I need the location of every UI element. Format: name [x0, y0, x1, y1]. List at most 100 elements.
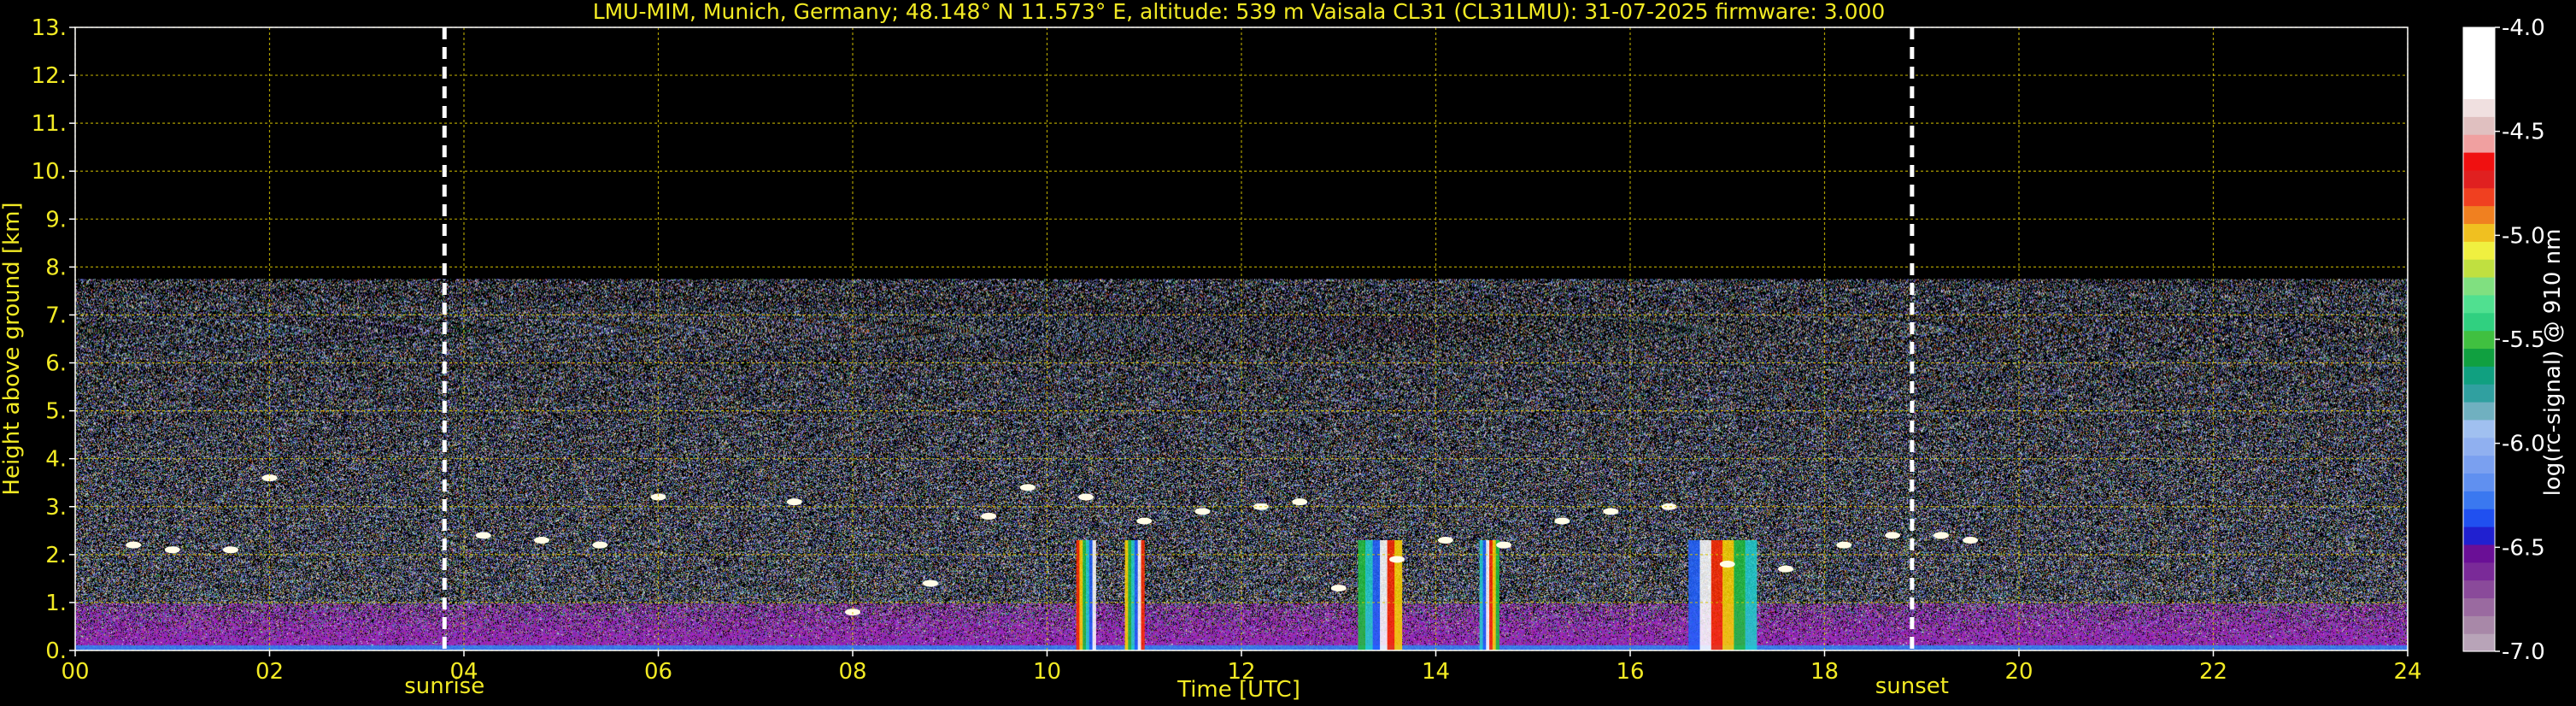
cloud-point — [1194, 508, 1211, 515]
precip-column-band — [1486, 540, 1490, 650]
colorbar-segment — [2463, 312, 2495, 332]
cloud-point — [223, 546, 238, 554]
x-tick-label: 20 — [2004, 659, 2033, 685]
colorbar-segment — [2463, 366, 2495, 385]
cloud-point — [981, 512, 997, 520]
marker-label-sunset: sunset — [1875, 674, 1949, 699]
y-tick-label: 2. — [45, 543, 67, 568]
colorbar-segment — [2463, 633, 2495, 652]
cloud-point — [786, 498, 802, 506]
cloud-point — [1933, 532, 1949, 539]
precip-column-band — [1076, 540, 1080, 650]
colorbar-tick-label: -6.0 — [2502, 432, 2545, 457]
colorbar-segment — [2463, 187, 2495, 207]
cloud-point — [923, 580, 938, 587]
colorbar-tick-label: -6.5 — [2502, 535, 2545, 561]
colorbar-segment — [2463, 455, 2495, 474]
colorbar-segment — [2463, 116, 2495, 135]
colorbar-segment — [2463, 44, 2495, 64]
colorbar-segment — [2463, 98, 2495, 117]
precip-column-band — [1131, 540, 1135, 650]
cloud-point — [1836, 541, 1852, 549]
x-tick-label: 18 — [1810, 659, 1839, 685]
x-tick-label: 04 — [449, 659, 478, 685]
colorbar-tick-label: -4.5 — [2502, 120, 2545, 145]
colorbar-tick-label: -5.0 — [2502, 223, 2545, 249]
cloud-point — [1136, 517, 1153, 525]
figure-canvas: sunrise sunset 00 02 04 06 08 10 12 14 16 18 20 22 24… — [0, 0, 2576, 706]
precip-column-band — [1688, 540, 1701, 650]
precip-column-band — [1479, 540, 1483, 650]
precip-column-band — [1134, 540, 1139, 650]
colorbar-label: log(rc-signal) @ 910 nm — [2540, 229, 2566, 497]
colorbar-segment — [2463, 437, 2495, 456]
cloud-point — [1963, 537, 1979, 544]
precip-column-band — [1380, 540, 1388, 650]
colorbar-segment — [2463, 562, 2495, 581]
cloud-point — [1719, 561, 1735, 568]
y-tick-label: 13. — [32, 15, 67, 41]
precip-column-band — [1128, 540, 1132, 650]
colorbar-segment — [2463, 152, 2495, 171]
x-tick-label: 02 — [255, 659, 284, 685]
colorbar-segment — [2463, 241, 2495, 260]
colorbar-segment — [2463, 419, 2495, 438]
colorbar-segment — [2463, 330, 2495, 350]
colorbar-tick-label: -4.0 — [2502, 15, 2545, 41]
colorbar-segment — [2463, 294, 2495, 314]
colorbar-segment — [2463, 134, 2495, 153]
x-tick-label: 08 — [838, 659, 866, 685]
cloud-point — [1389, 556, 1405, 563]
y-tick-label: 6. — [45, 351, 67, 377]
precip-column-band — [1745, 540, 1757, 650]
colorbar-tick-label: -5.5 — [2502, 327, 2545, 353]
y-tick-label: 12. — [32, 63, 67, 89]
cloud-point — [1885, 532, 1901, 539]
y-tick-label: 5. — [45, 399, 67, 425]
y-tick-label: 0. — [45, 638, 67, 664]
precip-column-band — [1092, 540, 1096, 650]
precip-column-band — [1086, 540, 1090, 650]
colorbar-segment — [2463, 597, 2495, 616]
y-tick-label: 10. — [32, 159, 67, 185]
chart-title: LMU-MIM, Munich, Germany; 48.148° N 11.5… — [593, 0, 1886, 24]
precip-column-band — [1492, 540, 1497, 650]
x-tick-label: 24 — [2393, 659, 2421, 685]
cloud-point — [1019, 484, 1036, 491]
y-tick-label: 3. — [45, 495, 67, 521]
precip-column-band — [1722, 540, 1734, 650]
x-tick-label: 14 — [1422, 659, 1450, 685]
colorbar-segment — [2463, 259, 2495, 278]
precip-column-band — [1083, 540, 1087, 650]
colorbar-tick-label: -7.0 — [2502, 639, 2545, 665]
y-tick-label: 1. — [45, 591, 67, 616]
precip-column-band — [1495, 540, 1499, 650]
precip-column-band — [1482, 540, 1487, 650]
colorbar-segment — [2463, 205, 2495, 225]
colorbar-segment — [2463, 223, 2495, 242]
precip-column-band — [1137, 540, 1141, 650]
y-tick-label: 9. — [45, 207, 67, 232]
precip-column-band — [1372, 540, 1381, 650]
y-tick-label: 7. — [45, 303, 67, 328]
y-tick-label: 11. — [32, 111, 67, 137]
cloud-point — [1330, 585, 1347, 592]
cloud-point — [1078, 493, 1094, 501]
cloud-point — [592, 541, 608, 549]
colorbar-segment — [2463, 27, 2495, 46]
colorbar-segment — [2463, 62, 2495, 82]
precip-column-band — [1124, 540, 1129, 650]
cloud-point — [534, 537, 549, 544]
y-tick-label: 4. — [45, 447, 67, 473]
cloud-point — [1496, 541, 1512, 549]
colorbar-segment — [2463, 402, 2495, 421]
colorbar-segment — [2463, 277, 2495, 296]
x-tick-label: 10 — [1033, 659, 1061, 685]
colorbar-segment — [2463, 169, 2495, 189]
y-tick-label: 8. — [45, 255, 67, 280]
cloud-point — [475, 532, 491, 539]
x-tick-label: 06 — [644, 659, 672, 685]
y-axis-label: Height above ground [km] — [0, 202, 25, 495]
precip-column-band — [1358, 540, 1366, 650]
cloud-point — [1603, 508, 1619, 515]
